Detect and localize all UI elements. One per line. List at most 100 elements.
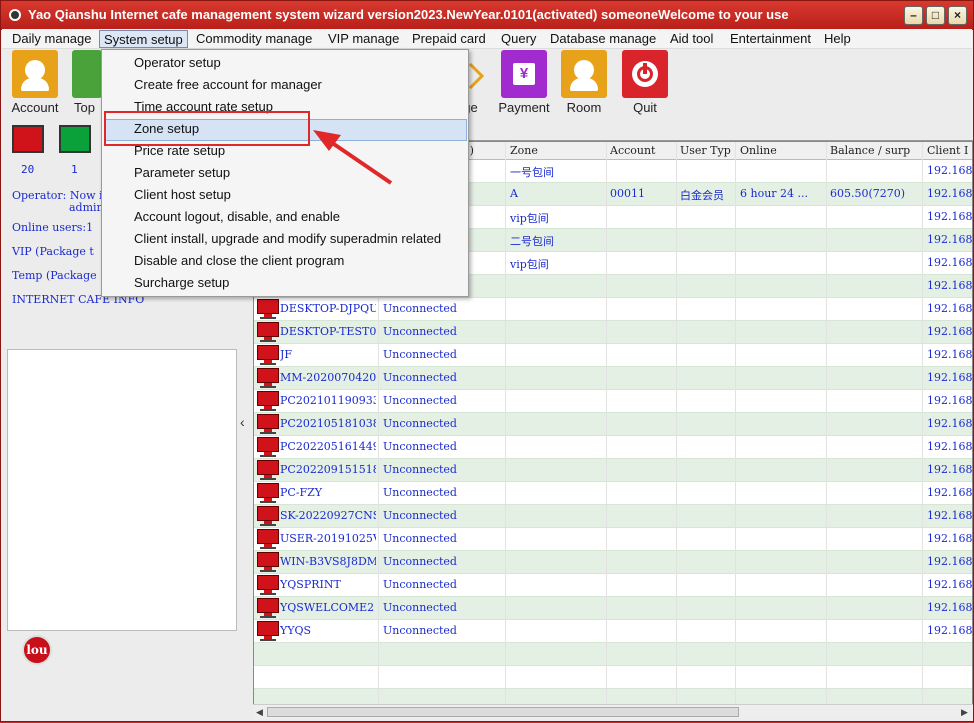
menu-entertainment[interactable]: Entertainment [726, 30, 815, 48]
menu-system-setup[interactable]: System setup [99, 30, 188, 48]
header-zone[interactable]: Zone [510, 144, 605, 157]
person-icon [12, 50, 58, 98]
monitor-icon [257, 460, 279, 480]
cell-status: Unconnected [383, 486, 457, 499]
header-user-type[interactable]: User Typ [680, 144, 735, 157]
monitor-icon [257, 299, 279, 319]
cell-client-ip: 192.168 [927, 578, 973, 591]
menu-daily-manage[interactable]: Daily manage [8, 30, 96, 48]
cell-host: PC202205161449 [280, 440, 376, 453]
maximize-button[interactable]: □ [926, 6, 945, 25]
scrollbar-thumb[interactable] [267, 707, 739, 717]
table-row[interactable]: USER-20191025VU Unconnected 192.168 [254, 528, 973, 551]
cell-status: Unconnected [383, 348, 457, 361]
room-label: Room [566, 100, 602, 115]
cell-client-ip: 192.168 [927, 486, 973, 499]
table-row[interactable]: SK-20220927CNSJ Unconnected 192.168 [254, 505, 973, 528]
table-row[interactable]: PC202105181038 Unconnected 192.168 [254, 413, 972, 436]
cell-status: Unconnected [383, 555, 457, 568]
topup-button[interactable]: Top [64, 50, 104, 115]
cell-client-ip: 192.168 [927, 371, 973, 384]
table-row[interactable]: YYQS Unconnected 192.168 [254, 620, 972, 643]
table-row[interactable]: MM-202007042048 Unconnected 192.168 [254, 367, 973, 390]
menu-item-parameter-setup[interactable]: Parameter setup [134, 163, 230, 183]
empty-row [254, 666, 972, 689]
app-logo-icon [9, 9, 21, 21]
lou-logo: lou [22, 635, 52, 665]
table-row[interactable]: PC202209151518 Unconnected 192.168 [254, 459, 972, 482]
person-icon [561, 50, 607, 98]
cell-status: Unconnected [383, 302, 457, 315]
table-row[interactable]: DESKTOP-TEST01 Unconnected 192.168 [254, 321, 973, 344]
cell-host: YQSWELCOME2 [280, 601, 375, 614]
minimize-button[interactable]: – [904, 6, 923, 25]
horizontal-scrollbar[interactable]: ◀ ▶ [253, 704, 973, 719]
cell-client-ip: 192.168 [927, 555, 973, 568]
menu-commodity-manage[interactable]: Commodity manage [192, 30, 316, 48]
menu-item-account-logout[interactable]: Account logout, disable, and enable [134, 207, 340, 227]
cell-client-ip: 192.168 [927, 601, 973, 614]
cell-client-ip: 192.168 [927, 532, 973, 545]
menu-item-create-free-account[interactable]: Create free account for manager [134, 75, 322, 95]
menu-query[interactable]: Query [497, 30, 540, 48]
header-client-ip[interactable]: Client I [927, 144, 972, 157]
table-row[interactable]: PC202101190933 Unconnected 192.168 [254, 390, 972, 413]
account-button[interactable]: Account [7, 50, 63, 115]
table-row[interactable]: JF Unconnected 192.168 [254, 344, 973, 367]
cell-client-ip: 192.168 [927, 325, 973, 338]
cell-host: USER-20191025VU [280, 532, 376, 545]
table-row[interactable]: YQSWELCOME2 Unconnected 192.168 [254, 597, 973, 620]
offline-monitor-icon[interactable] [12, 125, 44, 153]
table-row[interactable]: WIN-B3VS8J8DM83 Unconnected 192.168 [254, 551, 973, 574]
monitor-icon [257, 529, 279, 549]
menu-item-client-host-setup[interactable]: Client host setup [134, 185, 231, 205]
payment-button[interactable]: ¥ Payment [496, 50, 552, 115]
cell-status: Unconnected [383, 394, 457, 407]
menu-item-operator-setup[interactable]: Operator setup [134, 53, 221, 73]
cell-status: Unconnected [383, 509, 457, 522]
cell-zone: 二号包间 [510, 235, 554, 248]
header-balance[interactable]: Balance / surp [830, 144, 918, 157]
menu-prepaid-card[interactable]: Prepaid card [408, 30, 490, 48]
operator-name: admin [69, 201, 104, 214]
quit-button[interactable]: Quit [617, 50, 673, 115]
offline-count: 20 [21, 163, 35, 176]
header-online[interactable]: Online [740, 144, 826, 157]
online-count: 1 [71, 163, 78, 176]
cell-zone: vip包间 [510, 212, 549, 225]
menu-help[interactable]: Help [820, 30, 855, 48]
header-account[interactable]: Account [610, 144, 675, 157]
menu-vip-manage[interactable]: VIP manage [324, 30, 403, 48]
yen-icon: ¥ [501, 50, 547, 98]
cell-client-ip: 192.168 [927, 187, 973, 200]
menu-item-surcharge-setup[interactable]: Surcharge setup [134, 273, 229, 293]
menu-aid-tool[interactable]: Aid tool [666, 30, 717, 48]
monitor-icon [257, 552, 279, 572]
scroll-right-icon[interactable]: ▶ [961, 707, 968, 718]
quit-label: Quit [633, 100, 657, 115]
monitor-icon [257, 368, 279, 388]
table-row[interactable]: DESKTOP-DJPQUD5 Unconnected 192.168 [254, 298, 973, 321]
table-row[interactable]: YQSPRINT Unconnected 192.168 [254, 574, 973, 597]
table-row[interactable]: PC-FZY Unconnected 192.168 [254, 482, 973, 505]
room-button[interactable]: Room [556, 50, 612, 115]
cell-client-ip: 192.168 [927, 348, 973, 361]
close-button[interactable]: × [948, 6, 967, 25]
power-icon [622, 50, 668, 98]
usage-button[interactable]: age [456, 50, 494, 115]
menu-item-disable-close-client[interactable]: Disable and close the client program [134, 251, 344, 271]
table-row[interactable]: PC202205161449 Unconnected 192.168 [254, 436, 972, 459]
chevron-left-icon[interactable]: ‹ [240, 414, 245, 430]
cell-client-ip: 192.168 [927, 509, 973, 522]
system-setup-menu: Operator setup Create free account for m… [101, 49, 469, 297]
cell-client-ip: 192.168 [927, 256, 973, 269]
cell-client-ip: 192.168 [927, 302, 973, 315]
menu-database-manage[interactable]: Database manage [546, 30, 660, 48]
scroll-left-icon[interactable]: ◀ [256, 707, 263, 718]
cell-host: MM-202007042048 [280, 371, 376, 384]
monitor-icon [257, 437, 279, 457]
online-monitor-icon[interactable] [59, 125, 91, 153]
menu-item-client-install[interactable]: Client install, upgrade and modify super… [134, 229, 441, 249]
cell-status: Unconnected [383, 417, 457, 430]
cell-status: Unconnected [383, 325, 457, 338]
